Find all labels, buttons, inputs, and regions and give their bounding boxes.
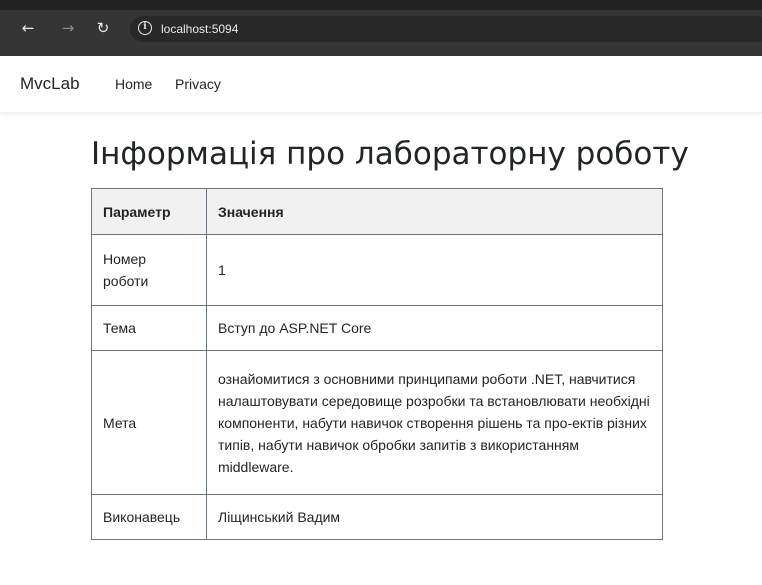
browser-toolbar: ← → ↻ i localhost:5094	[0, 0, 762, 56]
lab-info-table: Параметр Значення Номер роботи 1 Тема Вс…	[91, 188, 663, 540]
table-row: Виконавець Ліщинський Вадим	[91, 494, 663, 540]
nav-link-home[interactable]: Home	[115, 75, 152, 93]
table-header-row: Параметр Значення	[91, 188, 663, 235]
back-arrow-icon[interactable]: ←	[18, 18, 38, 38]
value-cell: 1	[206, 234, 663, 306]
navbar-brand[interactable]: MvcLab	[20, 73, 80, 95]
value-cell: Ліщинський Вадим	[206, 494, 663, 540]
param-cell: Тема	[91, 305, 207, 351]
reload-icon[interactable]: ↻	[93, 18, 113, 38]
column-header-parameter: Параметр	[91, 188, 207, 235]
value-cell: ознайомитися з основними принципами робо…	[206, 350, 663, 495]
address-bar-url[interactable]: localhost:5094	[161, 20, 238, 38]
param-cell: Мета	[91, 350, 207, 495]
site-info-icon[interactable]: i	[138, 21, 152, 35]
forward-arrow-icon[interactable]: →	[58, 18, 78, 38]
browser-tab-strip	[0, 0, 762, 10]
table-row: Номер роботи 1	[91, 234, 663, 306]
page-title: Інформація про лабораторну роботу	[91, 136, 689, 172]
table-row: Мета ознайомитися з основними принципами…	[91, 350, 663, 495]
param-cell: Номер роботи	[91, 234, 207, 306]
column-header-value: Значення	[206, 188, 663, 235]
nav-link-privacy[interactable]: Privacy	[175, 75, 221, 93]
address-bar[interactable]: i localhost:5094	[130, 16, 762, 42]
value-cell: Вступ до ASP.NET Core	[206, 305, 663, 351]
table-row: Тема Вступ до ASP.NET Core	[91, 305, 663, 351]
param-cell: Виконавець	[91, 494, 207, 540]
